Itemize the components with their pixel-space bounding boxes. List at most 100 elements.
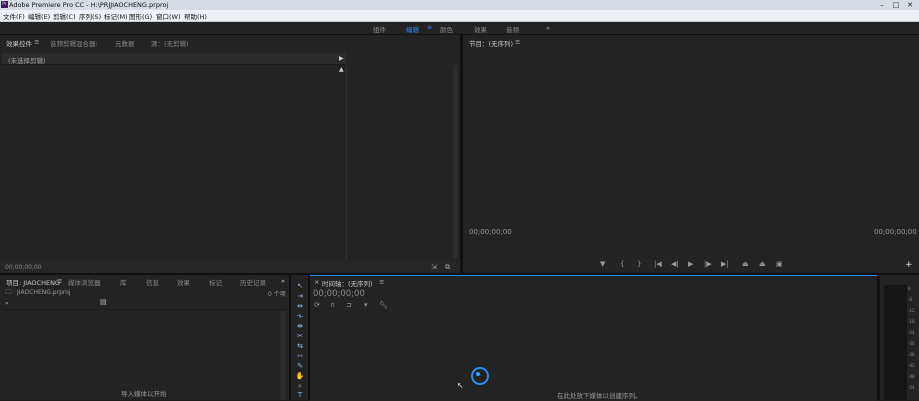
meter-tick: -24 bbox=[908, 330, 915, 335]
menu-graphics[interactable]: 图形(G) bbox=[129, 11, 152, 21]
audio-meter-bars bbox=[884, 285, 907, 400]
tab-audio-clip-mixer[interactable]: 音频剪辑混合器: bbox=[50, 38, 98, 48]
tab-effects[interactable]: 效果 bbox=[177, 277, 190, 287]
program-timecode-right: 00;00;00;00 bbox=[874, 228, 917, 236]
close-tab-icon[interactable]: × bbox=[314, 278, 319, 286]
workspace-editing[interactable]: 编辑 bbox=[406, 24, 419, 34]
meter-tick: 0 bbox=[908, 286, 911, 291]
step-back-icon[interactable]: ◀| bbox=[671, 261, 679, 268]
tab-program[interactable]: 节目：(无序列) bbox=[469, 38, 513, 48]
tab-markers[interactable]: 标记 bbox=[209, 277, 222, 287]
import-media-hint: 导入媒体以开始 bbox=[121, 390, 167, 398]
mouse-cursor-icon: ↖ bbox=[457, 381, 464, 390]
hamburger-icon[interactable]: ≡ bbox=[34, 38, 39, 46]
meter-tick: -30 bbox=[908, 341, 915, 346]
export-frame-icon[interactable]: ▣ bbox=[776, 261, 783, 268]
go-to-in-icon[interactable]: |◀ bbox=[654, 261, 662, 268]
slip-tool-icon[interactable]: ⇆ bbox=[294, 342, 306, 351]
mark-in-icon[interactable]: { bbox=[620, 261, 624, 268]
rate-stretch-tool-icon[interactable]: ⇼ bbox=[294, 322, 306, 331]
meter-tick: -18 bbox=[908, 319, 915, 324]
workspace-more-icon[interactable]: » bbox=[546, 24, 550, 32]
workspace-color[interactable]: 颜色 bbox=[440, 24, 453, 34]
effect-controls-panel: 效果控件 ≡ 音频剪辑混合器: 元数据 源：(无剪辑) (未选择剪辑) ▶ ▲ … bbox=[0, 35, 460, 273]
add-marker-icon[interactable]: ▾ bbox=[364, 302, 368, 309]
effect-controls-footer: 00;00;00;00 ⇲ ⧉ bbox=[0, 262, 460, 273]
play-triangle-icon[interactable]: ▶ bbox=[339, 55, 344, 62]
meter-tick: -12 bbox=[908, 308, 915, 313]
meter-tick: -36 bbox=[908, 352, 915, 357]
tab-info[interactable]: 信息 bbox=[146, 277, 159, 287]
rolling-edit-tool-icon[interactable]: ⟛ bbox=[294, 312, 306, 321]
search-icon[interactable]: ⌕ bbox=[5, 299, 9, 308]
ripple-edit-tool-icon[interactable]: ⇹ bbox=[294, 302, 306, 311]
menu-clip[interactable]: 剪辑(C) bbox=[53, 11, 76, 21]
workspace-menu-icon[interactable]: ≡ bbox=[427, 24, 432, 31]
workspace-assembly[interactable]: 组件 bbox=[373, 24, 386, 34]
effect-controls-header-row: (未选择剪辑) ▶ bbox=[2, 53, 346, 65]
extract-icon[interactable]: ⏏ bbox=[759, 261, 766, 268]
effect-controls-scrollbar[interactable] bbox=[453, 65, 458, 259]
play-icon[interactable]: ▶ bbox=[688, 261, 693, 268]
menu-help[interactable]: 帮助(H) bbox=[184, 11, 207, 21]
tab-media-browser[interactable]: 媒体浏览器 bbox=[68, 277, 101, 287]
tab-libraries[interactable]: 库 bbox=[120, 277, 127, 287]
menu-edit[interactable]: 编辑(E) bbox=[28, 11, 50, 21]
project-file-name: JIAOCHENG.prproj bbox=[17, 289, 71, 296]
workspace-audio[interactable]: 音频 bbox=[506, 24, 519, 34]
hamburger-icon[interactable]: ≡ bbox=[515, 38, 520, 46]
nest-icon[interactable]: ⟳ bbox=[314, 302, 320, 309]
no-clip-selected-label: (未选择剪辑) bbox=[8, 57, 46, 65]
linked-selection-icon[interactable]: ⊐ bbox=[346, 302, 352, 309]
selection-tool-icon[interactable]: ↖ bbox=[294, 282, 306, 291]
step-forward-icon[interactable]: |▶ bbox=[704, 261, 712, 268]
project-search-input[interactable] bbox=[14, 299, 94, 306]
divider bbox=[2, 309, 286, 310]
razor-tool-icon[interactable]: ✂ bbox=[294, 332, 306, 341]
close-icon[interactable]: ✕ bbox=[903, 0, 917, 10]
zoom-tool-icon[interactable]: ⌕ bbox=[294, 382, 306, 391]
add-button-icon[interactable]: + bbox=[905, 260, 913, 270]
hamburger-icon[interactable]: ≡ bbox=[379, 278, 384, 286]
lift-icon[interactable]: ⏏ bbox=[742, 261, 749, 268]
tab-history[interactable]: 历史记录 bbox=[240, 277, 266, 287]
menu-marker[interactable]: 标记(M) bbox=[104, 11, 128, 21]
filter-icon[interactable]: ⇲ bbox=[431, 263, 437, 271]
scroll-up-icon[interactable]: ▲ bbox=[339, 66, 344, 73]
go-to-out-icon[interactable]: ▶| bbox=[721, 261, 729, 268]
menu-sequence[interactable]: 序列(S) bbox=[79, 11, 101, 21]
export-icon[interactable]: ⧉ bbox=[445, 263, 450, 272]
workspace-effects[interactable]: 效果 bbox=[474, 24, 487, 34]
minimize-icon[interactable]: – bbox=[875, 0, 889, 10]
track-select-tool-icon[interactable]: ⇥ bbox=[294, 292, 306, 301]
timeline-panel: × 时间轴：(无序列) ≡ 00;00;00;00 ⟳ ∩ ⊐ ▾ 🔧︎ ↖ 在… bbox=[310, 275, 877, 401]
tab-timeline[interactable]: 时间轴：(无序列) bbox=[322, 278, 373, 288]
tab-source[interactable]: 源：(无剪辑) bbox=[151, 38, 189, 48]
timeline-timecode[interactable]: 00;00;00;00 bbox=[313, 289, 365, 299]
loading-dot bbox=[476, 372, 480, 376]
drop-media-hint: 在此处放下媒体以创建序列。 bbox=[557, 392, 642, 400]
menu-file[interactable]: 文件(F) bbox=[3, 11, 25, 21]
type-tool-icon[interactable]: T bbox=[294, 391, 306, 400]
program-timecode-left: 00;00;00;00 bbox=[469, 228, 512, 236]
tab-effect-controls[interactable]: 效果控件 bbox=[6, 38, 32, 48]
snap-icon[interactable]: ∩ bbox=[330, 302, 335, 309]
marker-icon[interactable]: ▼ bbox=[600, 261, 605, 268]
tabs-more-icon[interactable]: » bbox=[281, 277, 285, 285]
title-bar: Pr Adobe Premiere Pro CC - H:\PRJJIAOCHE… bbox=[0, 0, 919, 10]
hamburger-icon[interactable]: ≡ bbox=[57, 277, 62, 285]
mark-out-icon[interactable]: } bbox=[637, 261, 641, 268]
wrench-icon[interactable]: 🔧︎ bbox=[379, 302, 388, 309]
tab-project[interactable]: 项目: JIAOCHENG bbox=[6, 277, 60, 287]
slide-tool-icon[interactable]: ⇿ bbox=[294, 352, 306, 361]
maximize-icon[interactable]: □ bbox=[889, 0, 903, 10]
hand-tool-icon[interactable]: ✋ bbox=[294, 372, 306, 381]
tab-metadata[interactable]: 元数据 bbox=[115, 38, 135, 48]
project-scrollbar[interactable] bbox=[280, 311, 286, 400]
pen-tool-icon[interactable]: ✎ bbox=[294, 362, 306, 371]
folder-icon: 🗀 bbox=[5, 288, 12, 296]
loading-spinner bbox=[471, 367, 489, 385]
new-bin-icon[interactable]: ▤ bbox=[100, 298, 107, 306]
program-monitor-panel: 节目：(无序列) ≡ 00;00;00;00 00;00;00;00 ▼ { }… bbox=[463, 35, 919, 273]
menu-window[interactable]: 窗口(W) bbox=[156, 11, 181, 21]
